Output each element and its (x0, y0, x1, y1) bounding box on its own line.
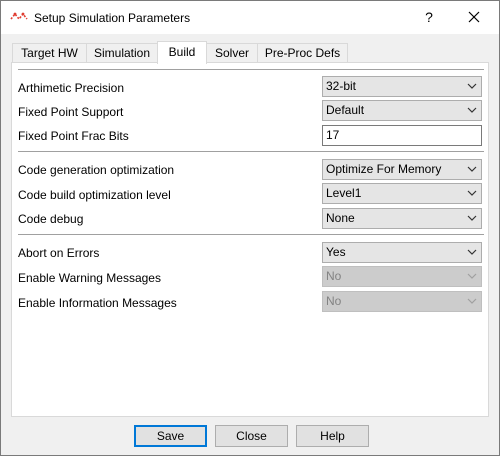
debug-dropdown[interactable]: None (322, 208, 482, 229)
build-opt-label: Code build optimization level (18, 188, 171, 202)
close-icon[interactable] (457, 1, 491, 34)
frac-bits-input[interactable]: 17 (322, 125, 482, 146)
chevron-down-icon (467, 190, 477, 196)
warnings-dropdown[interactable]: No (322, 266, 482, 287)
save-button[interactable]: Save (134, 425, 207, 447)
info-label: Enable Information Messages (18, 296, 177, 310)
tab-target-hw[interactable]: Target HW (12, 43, 87, 63)
precision-dropdown[interactable]: 32-bit (322, 76, 482, 97)
codegen-opt-label: Code generation optimization (18, 163, 175, 177)
fixed-point-label: Fixed Point Support (18, 105, 124, 119)
frac-bits-label: Fixed Point Frac Bits (18, 129, 129, 143)
separator (18, 151, 484, 152)
abort-value: Yes (326, 245, 346, 259)
help-button[interactable]: Help (296, 425, 369, 447)
codegen-opt-dropdown[interactable]: Optimize For Memory (322, 159, 482, 180)
chevron-down-icon (467, 107, 477, 113)
build-opt-value: Level1 (326, 186, 362, 200)
precision-value: 32-bit (326, 79, 357, 93)
codegen-opt-value: Optimize For Memory (326, 162, 442, 176)
tab-solver[interactable]: Solver (206, 43, 258, 63)
simulation-app-icon (10, 12, 28, 21)
fixed-point-dropdown[interactable]: Default (322, 100, 482, 121)
title-bar: Setup Simulation Parameters ? (1, 1, 499, 34)
separator (18, 234, 484, 235)
setup-simulation-dialog: Setup Simulation Parameters ? Target HW … (0, 0, 500, 456)
chevron-down-icon (467, 83, 477, 89)
abort-label: Abort on Errors (18, 246, 100, 260)
chevron-down-icon (467, 249, 477, 255)
chevron-down-icon (467, 298, 477, 304)
info-dropdown[interactable]: No (322, 291, 482, 312)
window-title: Setup Simulation Parameters (34, 11, 191, 25)
separator (18, 69, 484, 70)
abort-dropdown[interactable]: Yes (322, 242, 482, 263)
tab-pre-proc-defs[interactable]: Pre-Proc Defs (257, 43, 348, 63)
chevron-down-icon (467, 166, 477, 172)
debug-value: None (326, 211, 355, 225)
warnings-label: Enable Warning Messages (18, 271, 161, 285)
close-button[interactable]: Close (215, 425, 288, 447)
chevron-down-icon (467, 273, 477, 279)
debug-label: Code debug (18, 212, 84, 226)
chevron-down-icon (467, 215, 477, 221)
build-settings-panel: Arthimetic Precision 32-bit Fixed Point … (11, 62, 489, 417)
tab-build[interactable]: Build (157, 41, 207, 64)
info-value: No (326, 294, 342, 308)
warnings-value: No (326, 269, 342, 283)
build-opt-dropdown[interactable]: Level1 (322, 183, 482, 204)
fixed-point-value: Default (326, 103, 365, 117)
help-icon[interactable]: ? (413, 1, 445, 34)
precision-label: Arthimetic Precision (18, 81, 125, 95)
tab-simulation[interactable]: Simulation (86, 43, 158, 63)
